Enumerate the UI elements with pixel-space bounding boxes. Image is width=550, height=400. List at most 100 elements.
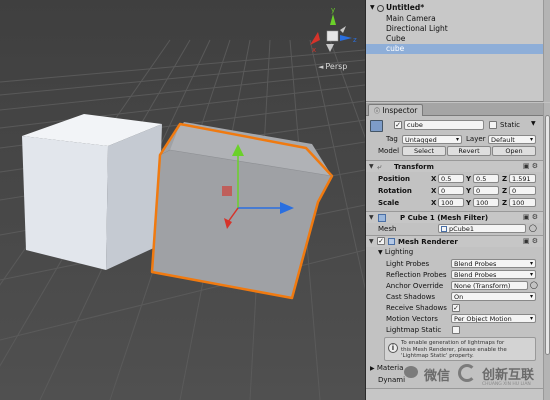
watermark-text-left: 微信 bbox=[424, 369, 451, 384]
collapse-arrow-icon[interactable]: ▼ bbox=[370, 3, 375, 13]
anchor-override-field[interactable]: None (Transform) bbox=[451, 281, 528, 290]
svg-text:y: y bbox=[331, 6, 335, 14]
motion-vectors-dropdown[interactable]: Per Object Motion bbox=[451, 314, 536, 323]
hierarchy-item-selected[interactable]: cube bbox=[366, 44, 543, 54]
position-label: Position bbox=[378, 175, 411, 183]
axis-z-label: Z bbox=[502, 175, 508, 183]
light-probes-label: Light Probes bbox=[386, 260, 430, 268]
object-name-field[interactable]: cube bbox=[404, 120, 484, 130]
rotation-z-field[interactable]: 0 bbox=[509, 186, 536, 195]
anchor-override-label: Anchor Override bbox=[386, 282, 444, 290]
mesh-object-field[interactable]: pCube1 bbox=[438, 224, 526, 233]
projection-toggle[interactable]: ◄ Persp bbox=[318, 62, 347, 71]
light-probes-dropdown[interactable]: Blend Probes bbox=[451, 259, 536, 268]
mesh-icon bbox=[441, 226, 447, 232]
rotation-label: Rotation bbox=[378, 187, 412, 195]
svg-text:x: x bbox=[312, 46, 316, 54]
fold-arrow-icon[interactable]: ▼ bbox=[369, 214, 374, 221]
static-label: Static bbox=[500, 121, 521, 129]
axis-x-label: X bbox=[431, 187, 437, 195]
mesh-filter-header[interactable]: ▼ P Cube 1 (Mesh Filter) ▣ ⚙ bbox=[366, 211, 543, 223]
object-picker-icon[interactable]: ◯ bbox=[529, 224, 537, 232]
hierarchy-scrollbar[interactable] bbox=[543, 0, 550, 102]
lightmap-static-checkbox[interactable] bbox=[452, 326, 460, 334]
materials-foldout[interactable]: ▶ Materia bbox=[370, 364, 403, 372]
inspector-tabbar: ⓘ Inspector bbox=[366, 103, 543, 116]
inspector-scroll-thumb[interactable] bbox=[545, 115, 550, 355]
scale-y-field[interactable]: 100 bbox=[473, 198, 499, 207]
mesh-filter-icon bbox=[378, 214, 386, 222]
fold-arrow-icon: ▼ bbox=[378, 249, 383, 256]
fold-arrow-icon[interactable]: ▼ bbox=[369, 238, 374, 245]
scene-grid: y z x bbox=[0, 0, 365, 400]
static-checkbox[interactable] bbox=[489, 121, 497, 129]
cast-shadows-label: Cast Shadows bbox=[386, 293, 436, 301]
model-select-button[interactable]: Select bbox=[402, 146, 446, 156]
info-icon: i bbox=[388, 343, 398, 353]
position-x-field[interactable]: 0.5 bbox=[438, 174, 464, 183]
lighting-foldout[interactable]: ▼ Lighting bbox=[378, 248, 413, 256]
hierarchy-scene-row[interactable]: ▼ Untitled* bbox=[366, 3, 543, 13]
axis-z-label: Z bbox=[502, 199, 508, 207]
component-tools-icon[interactable]: ▣ ⚙ bbox=[523, 162, 538, 170]
watermark: 微信 创新互联 CHUANG XIN HU LIAN bbox=[404, 362, 550, 390]
hierarchy-item-label: Main Camera bbox=[386, 14, 436, 23]
white-cube[interactable] bbox=[22, 114, 162, 270]
mesh-value: pCube1 bbox=[449, 225, 475, 233]
scale-z-field[interactable]: 100 bbox=[509, 198, 536, 207]
unity-scene-icon bbox=[377, 5, 384, 12]
inspector-scrollbar[interactable] bbox=[543, 103, 550, 400]
motion-vectors-label: Motion Vectors bbox=[386, 315, 438, 323]
side-panels: ▼ Untitled* Main Camera Directional Ligh… bbox=[365, 0, 550, 400]
position-z-field[interactable]: 1.591 bbox=[509, 174, 536, 183]
static-dropdown-icon[interactable]: ▼ bbox=[531, 120, 536, 127]
wechat-icon bbox=[404, 366, 418, 378]
reflection-probes-label: Reflection Probes bbox=[386, 271, 447, 279]
model-open-button[interactable]: Open bbox=[492, 146, 536, 156]
object-picker-icon[interactable]: ◯ bbox=[530, 281, 538, 289]
tab-inspector[interactable]: ⓘ Inspector bbox=[368, 104, 424, 116]
model-label: Model bbox=[378, 147, 400, 155]
mesh-renderer-icon bbox=[388, 238, 395, 245]
mesh-renderer-title: Mesh Renderer bbox=[398, 238, 458, 246]
axis-x-label: X bbox=[431, 175, 437, 183]
hierarchy-panel: ▼ Untitled* Main Camera Directional Ligh… bbox=[366, 0, 543, 102]
receive-shadows-label: Receive Shadows bbox=[386, 304, 447, 312]
projection-label: Persp bbox=[325, 62, 348, 71]
hierarchy-item[interactable]: Main Camera bbox=[366, 14, 543, 24]
materials-label: Materia bbox=[376, 364, 404, 372]
axis-z-label: Z bbox=[502, 187, 508, 195]
layer-dropdown[interactable]: Default bbox=[488, 135, 536, 144]
lightmap-static-label: Lightmap Static bbox=[386, 326, 442, 334]
position-y-field[interactable]: 0.5 bbox=[473, 174, 499, 183]
rotation-x-field[interactable]: 0 bbox=[438, 186, 464, 195]
scale-x-field[interactable]: 100 bbox=[438, 198, 464, 207]
component-tools-icon[interactable]: ▣ ⚙ bbox=[523, 213, 538, 221]
mesh-renderer-header[interactable]: ▼ ✓ Mesh Renderer ▣ ⚙ bbox=[366, 235, 543, 247]
perspective-icon: ◄ bbox=[318, 63, 324, 71]
cast-shadows-dropdown[interactable]: On bbox=[451, 292, 536, 301]
svg-text:z: z bbox=[353, 36, 357, 44]
lighting-label: Lighting bbox=[384, 248, 414, 256]
tag-dropdown[interactable]: Untagged bbox=[402, 135, 462, 144]
transform-header[interactable]: ▼ ⤶ Transform ▣ ⚙ bbox=[366, 160, 543, 172]
hierarchy-item-label: Cube bbox=[386, 34, 406, 43]
receive-shadows-checkbox[interactable]: ✓ bbox=[452, 304, 460, 312]
hierarchy-item[interactable]: Cube bbox=[366, 34, 543, 44]
axis-x-label: X bbox=[431, 199, 437, 207]
chuangxin-logo-icon bbox=[458, 364, 476, 382]
reflection-probes-dropdown[interactable]: Blend Probes bbox=[451, 270, 536, 279]
rotation-y-field[interactable]: 0 bbox=[473, 186, 499, 195]
scene-name: Untitled* bbox=[386, 3, 425, 12]
axis-y-label: Y bbox=[466, 175, 472, 183]
mesh-renderer-enabled-checkbox[interactable]: ✓ bbox=[377, 237, 385, 245]
active-checkbox[interactable]: ✓ bbox=[394, 121, 402, 129]
tag-label: Tag bbox=[386, 135, 398, 143]
model-revert-button[interactable]: Revert bbox=[447, 146, 491, 156]
axis-y-label: Y bbox=[466, 199, 472, 207]
hierarchy-item-label: cube bbox=[386, 44, 405, 53]
hierarchy-item[interactable]: Directional Light bbox=[366, 24, 543, 34]
fold-arrow-icon[interactable]: ▼ bbox=[369, 163, 374, 170]
scene-view[interactable]: y z x ◄ Persp bbox=[0, 0, 365, 400]
component-tools-icon[interactable]: ▣ ⚙ bbox=[523, 237, 538, 245]
